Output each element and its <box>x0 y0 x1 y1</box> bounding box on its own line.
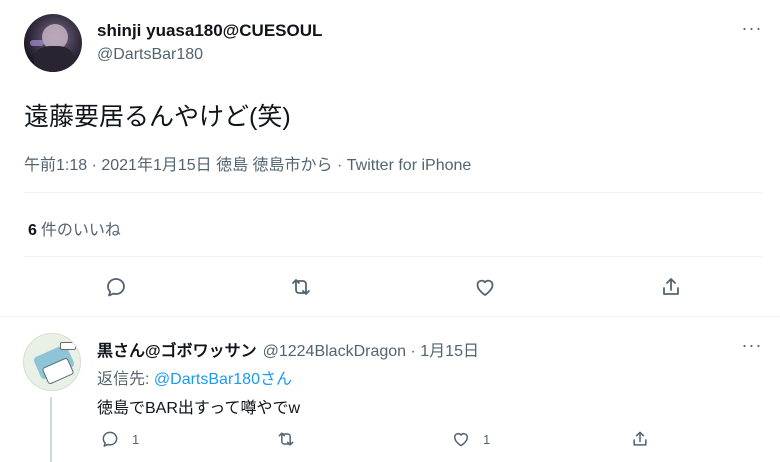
like-count: 1 <box>483 431 491 447</box>
user-handle[interactable]: @DartsBar180 <box>97 46 203 64</box>
main-tweet: shinji yuasa180@CUESOUL @DartsBar180 ···… <box>0 0 780 316</box>
replying-suffix: さん <box>259 371 292 388</box>
reply-tweet[interactable]: 黒さん@ゴボワッサン @1224BlackDragon · 1月15日 ··· 返… <box>0 317 780 462</box>
more-icon[interactable]: ··· <box>740 19 764 42</box>
tweet-location[interactable]: 徳島 徳島市から <box>216 157 332 174</box>
user-handle[interactable]: @1224BlackDragon · 1月15日 <box>263 343 479 360</box>
retweet-icon <box>278 432 294 446</box>
avatar-light <box>30 40 44 46</box>
share-icon <box>633 431 647 446</box>
replying-to: 返信先: @DartsBar180さん <box>97 365 292 389</box>
reply-header: 黒さん@ゴボワッサン @1224BlackDragon · 1月15日 <box>97 337 479 361</box>
likes-count: 6 <box>28 222 37 239</box>
more-icon[interactable]: ··· <box>740 336 764 359</box>
like-button[interactable]: 1 <box>451 429 490 449</box>
reply-icon <box>107 278 125 297</box>
retweet-icon <box>292 279 310 295</box>
divider <box>24 192 762 193</box>
avatar[interactable] <box>24 14 82 72</box>
reply-icon <box>102 431 118 447</box>
reply-count: 1 <box>132 431 140 447</box>
share-button[interactable] <box>658 274 684 300</box>
avatar-body <box>34 46 74 72</box>
tweet-meta: 午前1:18 · 2021年1月15日 徳島 徳島市から · Twitter f… <box>24 151 471 175</box>
retweet-button[interactable] <box>276 429 296 449</box>
display-name[interactable]: shinji yuasa180@CUESOUL <box>97 21 322 41</box>
divider <box>24 256 762 257</box>
reply-text: 徳島でBAR出すって噂やでw <box>97 400 301 417</box>
like-button[interactable] <box>472 274 498 300</box>
likes-label: 件のいいね <box>40 222 121 239</box>
tweet-time[interactable]: 午前1:18 · 2021年1月15日 <box>24 157 212 174</box>
share-icon <box>663 278 679 295</box>
replying-mention[interactable]: @DartsBar180 <box>154 371 260 388</box>
reply-button[interactable]: 1 <box>100 429 139 449</box>
heart-icon <box>454 433 468 447</box>
share-button[interactable] <box>630 429 650 449</box>
thread-line <box>50 397 52 462</box>
tweet-text: 遠藤要居るんやけど(笑) <box>24 103 291 131</box>
retweet-button[interactable] <box>288 274 314 300</box>
reply-button[interactable] <box>103 274 129 300</box>
likes-summary[interactable]: 6 件のいいね <box>28 216 121 240</box>
avatar[interactable] <box>23 333 81 391</box>
avatar-tag <box>60 342 76 350</box>
display-name[interactable]: 黒さん@ゴボワッサン <box>97 343 257 360</box>
replying-prefix: 返信先: <box>97 371 150 388</box>
heart-icon <box>476 279 494 296</box>
tweet-source[interactable]: · Twitter for iPhone <box>337 157 471 174</box>
